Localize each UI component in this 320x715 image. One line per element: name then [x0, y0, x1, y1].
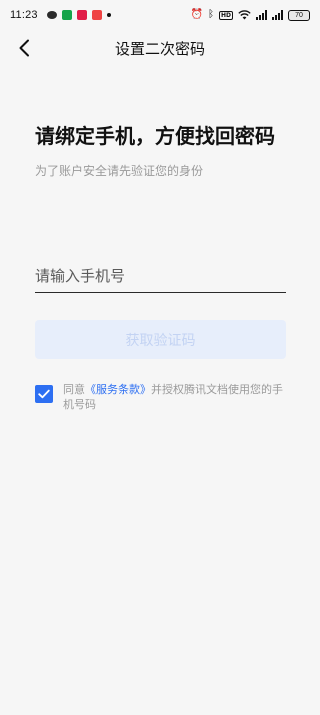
terms-of-service-link[interactable]: 《服务条款》: [85, 383, 151, 396]
wifi-icon: [238, 10, 251, 20]
signal-icon-2: [272, 10, 283, 20]
agreement-row: 同意《服务条款》并授权腾讯文档使用您的手机号码: [35, 382, 286, 412]
status-time: 11:23: [10, 9, 38, 21]
chevron-left-icon: [19, 39, 29, 57]
alarm-icon: ⏰: [190, 9, 203, 20]
agree-checkbox[interactable]: [35, 385, 53, 403]
more-notifications-dot: [106, 13, 111, 17]
mail-app-icon: [91, 10, 102, 20]
phone-field: [35, 260, 286, 293]
agreement-prefix: 同意: [63, 383, 85, 396]
page-title: 设置二次密码: [114, 39, 205, 58]
signal-icon: [256, 10, 267, 20]
battery-icon: 70: [288, 9, 310, 21]
get-code-button[interactable]: 获取验证码: [35, 320, 286, 359]
hd-badge: HD: [218, 10, 233, 20]
status-bar: 11:23 ⏰ ᛒ HD 70: [0, 0, 320, 30]
check-icon: [38, 389, 50, 399]
nav-bar: 设置二次密码: [0, 30, 320, 66]
main-content: 请绑定手机，方便找回密码 为了账户安全请先验证您的身份: [35, 120, 287, 179]
bluetooth-icon: ᛒ: [207, 9, 214, 20]
subhint: 为了账户安全请先验证您的身份: [35, 164, 204, 178]
phone-input[interactable]: [35, 260, 286, 292]
notification-icons: [46, 10, 111, 20]
news-app-icon: [76, 10, 87, 20]
system-status: ⏰ ᛒ HD 70: [190, 9, 310, 21]
headline: 请绑定手机，方便找回密码: [35, 124, 275, 148]
battery-level: 70: [295, 11, 303, 19]
app-notification-icon: [61, 10, 72, 20]
agreement-text: 同意《服务条款》并授权腾讯文档使用您的手机号码: [63, 382, 286, 412]
page: 11:23 ⏰ ᛒ HD 70 设置二次密码 请绑定手机，方便找回密码 为了账户…: [0, 0, 320, 715]
back-button[interactable]: [10, 34, 38, 62]
wechat-icon: [46, 11, 57, 19]
